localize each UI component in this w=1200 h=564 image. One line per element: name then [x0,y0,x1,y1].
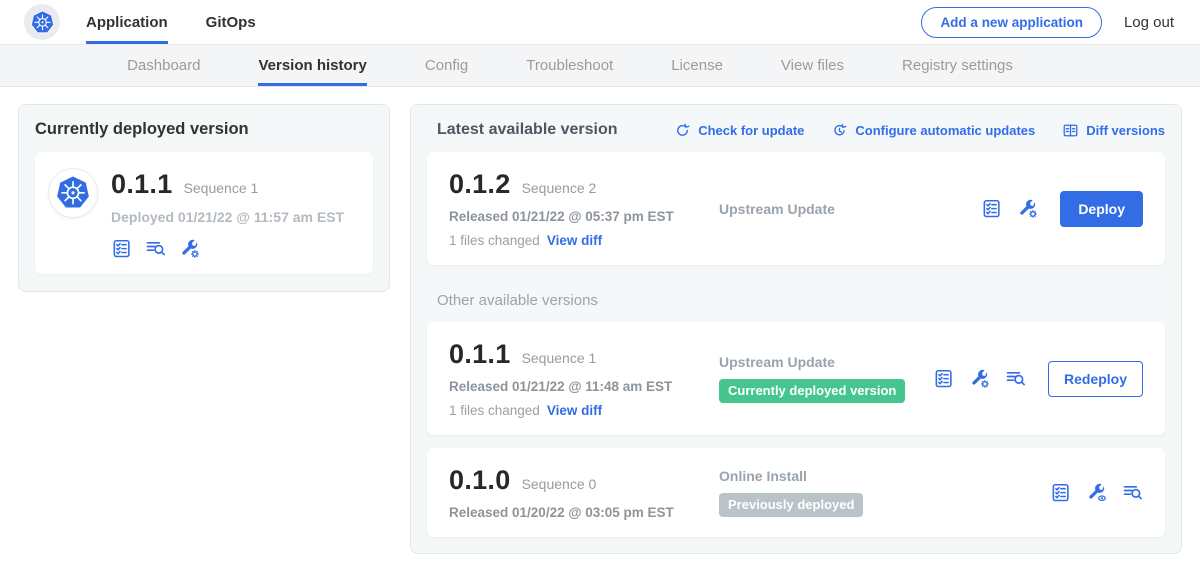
config-icon[interactable] [179,238,200,259]
add-application-button[interactable]: Add a new application [921,7,1102,38]
header-right: Add a new application Log out [921,0,1174,44]
config-view-icon[interactable] [1086,482,1107,503]
view-logs-icon[interactable] [1122,482,1143,503]
diff-versions-label: Diff versions [1086,123,1165,138]
version-number: 0.1.1 [449,339,511,370]
source-label: Upstream Update [719,201,981,217]
subnav-item-view-files[interactable]: View files [781,45,844,86]
view-logs-icon[interactable] [145,238,166,259]
files-changed: 1 files changed View diff [449,403,697,418]
redeploy-button[interactable]: Redeploy [1048,361,1143,397]
version-sequence: Sequence 0 [522,476,597,492]
subnav-label: View files [781,57,844,74]
released-timestamp: Released 01/20/22 @ 03:05 pm EST [449,505,697,520]
source-label: Online Install [719,468,1050,484]
version-info: 0.1.2 Sequence 2 Released 01/21/22 @ 05:… [449,169,697,248]
deployed-version-actions [111,238,344,259]
version-info: 0.1.1 Sequence 1 Released 01/21/22 @ 11:… [449,339,697,418]
latest-version-title: Latest available version [437,121,618,139]
check-for-update-label: Check for update [698,123,804,138]
tab-application[interactable]: Application [86,0,168,44]
subnav-item-config[interactable]: Config [425,45,468,86]
version-source: Online Install Previously deployed [697,468,1050,517]
version-number: 0.1.0 [449,465,511,496]
subnav-label: Version history [258,57,366,74]
files-changed-label: 1 files changed [449,233,540,248]
deployed-version-number: 0.1.1 [111,169,173,200]
header-tabs: Application GitOps [86,0,256,44]
view-diff-link[interactable]: View diff [547,403,602,418]
deployed-version-sequence: Sequence 1 [184,180,259,196]
other-versions-title: Other available versions [437,292,1165,309]
subnav-label: Config [425,57,468,74]
config-icon[interactable] [969,368,990,389]
released-timestamp: Released 01/21/22 @ 05:37 pm EST [449,209,697,224]
subnav-item-registry-settings[interactable]: Registry settings [902,45,1013,86]
configure-automatic-updates-label: Configure automatic updates [855,123,1035,138]
version-row-0-1-2: 0.1.2 Sequence 2 Released 01/21/22 @ 05:… [427,152,1165,265]
version-actions [1050,482,1143,503]
tab-gitops-label: GitOps [206,14,256,31]
version-source: Upstream Update [697,201,981,217]
tab-application-label: Application [86,14,168,31]
released-timestamp: Released 01/21/22 @ 11:48 am EST [449,379,697,394]
checklist-icon[interactable] [1050,482,1071,503]
view-diff-link[interactable]: View diff [547,233,602,248]
version-actions: Redeploy [933,361,1143,397]
version-row-0-1-0: 0.1.0 Sequence 0 Released 01/20/22 @ 03:… [427,448,1165,537]
app-kubernetes-logo [49,169,97,217]
subnav-label: License [671,57,723,74]
deployed-version-card: 0.1.1 Sequence 1 Deployed 01/21/22 @ 11:… [35,152,373,274]
subnav-item-license[interactable]: License [671,45,723,86]
previously-deployed-badge: Previously deployed [719,493,863,517]
deployed-version-body: 0.1.1 Sequence 1 Deployed 01/21/22 @ 11:… [111,169,344,259]
checklist-icon[interactable] [933,368,954,389]
subnav-item-troubleshoot[interactable]: Troubleshoot [526,45,613,86]
version-sequence: Sequence 1 [522,350,597,366]
diff-versions-link[interactable]: Diff versions [1062,122,1165,139]
deployed-timestamp: Deployed 01/21/22 @ 11:57 am EST [111,209,344,225]
versions-panel: Latest available version Check for updat… [410,104,1182,554]
subnav-label: Troubleshoot [526,57,613,74]
subnav-item-dashboard[interactable]: Dashboard [127,45,200,86]
version-sequence: Sequence 2 [522,180,597,196]
configure-automatic-updates-link[interactable]: Configure automatic updates [831,122,1035,139]
version-number: 0.1.2 [449,169,511,200]
files-changed-label: 1 files changed [449,403,540,418]
app-subnav: Dashboard Version history Config Trouble… [0,45,1200,87]
checklist-icon[interactable] [981,198,1002,219]
source-label: Upstream Update [719,354,933,370]
logout-button[interactable]: Log out [1124,14,1174,31]
auto-update-icon [831,122,848,139]
subnav-item-version-history[interactable]: Version history [258,45,366,86]
tab-gitops[interactable]: GitOps [206,0,256,44]
files-changed: 1 files changed View diff [449,233,697,248]
view-logs-icon[interactable] [1005,368,1026,389]
kubernetes-logo [24,4,60,40]
checklist-icon[interactable] [111,238,132,259]
versions-panel-actions: Check for update Configure automatic upd… [674,122,1165,139]
deploy-button[interactable]: Deploy [1060,191,1143,227]
check-for-update-link[interactable]: Check for update [674,122,804,139]
subnav-label: Dashboard [127,57,200,74]
version-info: 0.1.0 Sequence 0 Released 01/20/22 @ 03:… [449,465,697,520]
deployed-card-title: Currently deployed version [35,120,373,139]
currently-deployed-card: Currently deployed version 0.1.1 Sequenc… [18,104,390,292]
subnav-label: Registry settings [902,57,1013,74]
version-row-0-1-1: 0.1.1 Sequence 1 Released 01/21/22 @ 11:… [427,322,1165,435]
app-header: Application GitOps Add a new application… [0,0,1200,45]
currently-deployed-badge: Currently deployed version [719,379,905,403]
version-actions: Deploy [981,191,1143,227]
config-icon[interactable] [1017,198,1038,219]
refresh-icon [674,122,691,139]
main-content: Currently deployed version 0.1.1 Sequenc… [0,87,1200,564]
version-source: Upstream Update Currently deployed versi… [697,354,933,403]
versions-panel-header: Latest available version Check for updat… [427,119,1165,139]
diff-icon [1062,122,1079,139]
